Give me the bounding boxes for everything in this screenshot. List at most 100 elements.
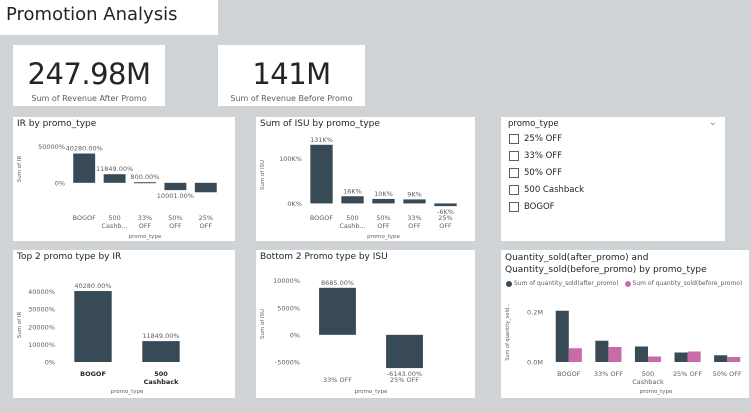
slicer-item-label: 33% OFF xyxy=(524,151,563,161)
kpi-value: 247.98M xyxy=(27,57,152,91)
bar[interactable] xyxy=(634,346,648,363)
slicer-item-label: 50% OFF xyxy=(524,168,563,178)
chart-title: Sum of ISU by promo_type xyxy=(260,119,380,129)
x-axis-label: promo_type xyxy=(640,389,673,395)
slicer-item-25-off[interactable]: 25% OFF xyxy=(509,134,562,144)
x-tick-label: OFF xyxy=(439,222,452,230)
slicer-title: promo_type xyxy=(508,119,559,129)
bar[interactable] xyxy=(142,341,180,362)
legend-item-after[interactable]: Sum of quantity_sold(after_promo) xyxy=(506,280,619,287)
x-tick-label: Cashback xyxy=(144,378,180,386)
legend-dot-icon xyxy=(624,280,631,287)
bottom2-isu-visual[interactable]: Bottom 2 Promo type by ISU 10000% 5000% 0%… xyxy=(256,250,475,398)
x-tick-label: OFF xyxy=(169,222,182,230)
y-tick-label: 100K% xyxy=(279,155,302,163)
x-tick-label: Cashb... xyxy=(101,222,127,230)
bar[interactable] xyxy=(164,182,187,191)
bar[interactable] xyxy=(341,196,364,204)
x-tick-label: 50% xyxy=(376,214,390,222)
y-tick-label: 10000% xyxy=(28,341,55,349)
y-tick-label: 20000% xyxy=(28,323,55,331)
checkbox-icon[interactable] xyxy=(509,151,519,161)
x-tick-label: 25% OFF xyxy=(673,370,702,378)
x-tick-label: 500 xyxy=(154,370,168,378)
data-label: 40280.00% xyxy=(74,282,111,290)
chevron-down-icon[interactable]: ⌄ xyxy=(709,117,717,128)
kpi-card-revenue-after[interactable]: 247.98M Sum of Revenue After Promo xyxy=(13,45,165,106)
y-axis-label: Sum of IR xyxy=(17,312,23,339)
bar[interactable] xyxy=(687,351,701,363)
page-title: Promotion Analysis xyxy=(6,4,178,25)
ir-by-promo-chart[interactable]: 50000% 0% Sum of IR 40280.00% BOGOF 11849.00%… xyxy=(13,117,235,241)
bar[interactable] xyxy=(74,291,112,362)
bar[interactable] xyxy=(595,340,609,362)
data-label: 800.00% xyxy=(131,173,160,181)
bar[interactable] xyxy=(434,203,457,207)
checkbox-icon[interactable] xyxy=(509,134,519,144)
y-tick-label: 10000% xyxy=(273,277,300,285)
bar[interactable] xyxy=(403,199,426,204)
bar[interactable] xyxy=(194,182,217,193)
y-axis-label: Sum of IR xyxy=(17,156,23,183)
x-axis-label: promo_type xyxy=(355,389,388,395)
y-tick-label: 5000% xyxy=(277,304,300,312)
slicer-item-bogof[interactable]: BOGOF xyxy=(509,202,555,212)
checkbox-icon[interactable] xyxy=(509,168,519,178)
x-tick-label: OFF xyxy=(377,222,390,230)
x-tick-label: OFF xyxy=(408,222,421,230)
quantity-sold-visual[interactable]: Quantity_sold(after_promo) and Quantity_… xyxy=(501,250,749,398)
kpi-value: 141M xyxy=(252,57,331,91)
bar[interactable] xyxy=(319,287,356,335)
legend-label: Sum of quantity_sold(before_promo) xyxy=(632,280,743,287)
chart-title: Quantity_sold(after_promo) and Quantity_… xyxy=(505,253,707,275)
x-tick-label: BOGOF xyxy=(557,370,581,378)
bar[interactable] xyxy=(714,355,728,362)
bar[interactable] xyxy=(310,144,333,204)
data-label: 8685.00% xyxy=(321,279,354,287)
checkbox-icon[interactable] xyxy=(509,185,519,195)
data-label: 10001.00% xyxy=(157,192,194,200)
isu-by-promo-visual[interactable]: Sum of ISU by promo_type 100K% 0K% Sum of … xyxy=(256,117,475,241)
bar[interactable] xyxy=(134,182,156,184)
data-label: 11849.00% xyxy=(142,332,179,340)
slicer-item-label: 500 Cashback xyxy=(524,185,585,195)
checkbox-icon[interactable] xyxy=(509,202,519,212)
bar[interactable] xyxy=(568,348,582,362)
bar[interactable] xyxy=(674,352,688,363)
slicer-item-500-cashback[interactable]: 500 Cashback xyxy=(509,185,584,195)
y-axis-label: Sum of ISU xyxy=(260,309,266,339)
x-tick-label: 33% OFF xyxy=(594,370,623,378)
x-tick-label: BOGOF xyxy=(73,214,97,222)
chart-title: Top 2 promo type by IR xyxy=(17,252,122,262)
bar[interactable] xyxy=(103,174,126,183)
x-tick-label: 25% xyxy=(438,214,452,222)
chart-title: IR by promo_type xyxy=(17,119,97,129)
data-label: 16K% xyxy=(343,187,362,195)
kpi-card-revenue-before[interactable]: 141M Sum of Revenue Before Promo xyxy=(218,45,365,106)
top2-ir-visual[interactable]: Top 2 promo type by IR 40000% 30000% 20000… xyxy=(13,250,235,398)
ir-by-promo-visual[interactable]: IR by promo_type 50000% 0% Sum of IR 40280.… xyxy=(13,117,235,241)
bar[interactable] xyxy=(727,357,741,362)
bar[interactable] xyxy=(372,198,395,204)
y-tick-label: -5000% xyxy=(275,358,300,366)
slicer-item-50-off[interactable]: 50% OFF xyxy=(509,168,562,178)
y-tick-label: 0% xyxy=(45,359,55,367)
y-tick-label: 50000% xyxy=(38,143,65,151)
promo-type-slicer[interactable]: promo_type ⌄ 25% OFF 33% OFF 50% OFF 500… xyxy=(501,117,725,241)
bar[interactable] xyxy=(386,334,423,369)
bar[interactable] xyxy=(648,356,662,363)
bar[interactable] xyxy=(555,310,569,362)
x-tick-label: OFF xyxy=(200,222,213,230)
isu-by-promo-chart[interactable]: 100K% 0K% Sum of ISU 131K% BOGOF 16K% 500Cashb… xyxy=(256,117,475,241)
data-label: 40280.00% xyxy=(66,145,103,153)
y-tick-label: 0.0M xyxy=(527,359,543,367)
legend-item-before[interactable]: Sum of quantity_sold(before_promo) xyxy=(624,280,743,287)
slicer-item-33-off[interactable]: 33% OFF xyxy=(509,151,562,161)
bottom2-isu-chart[interactable]: 10000% 5000% 0% -5000% Sum of ISU 8685.00% 33%… xyxy=(256,250,475,398)
x-tick-label: 50% xyxy=(168,214,182,222)
bar[interactable] xyxy=(73,153,96,183)
y-tick-label: 0% xyxy=(290,331,300,339)
x-tick-label: 25% OFF xyxy=(390,376,419,384)
bar[interactable] xyxy=(608,347,622,362)
top2-ir-chart[interactable]: 40000% 30000% 20000% 10000% 0% Sum of IR 40280… xyxy=(13,250,235,398)
